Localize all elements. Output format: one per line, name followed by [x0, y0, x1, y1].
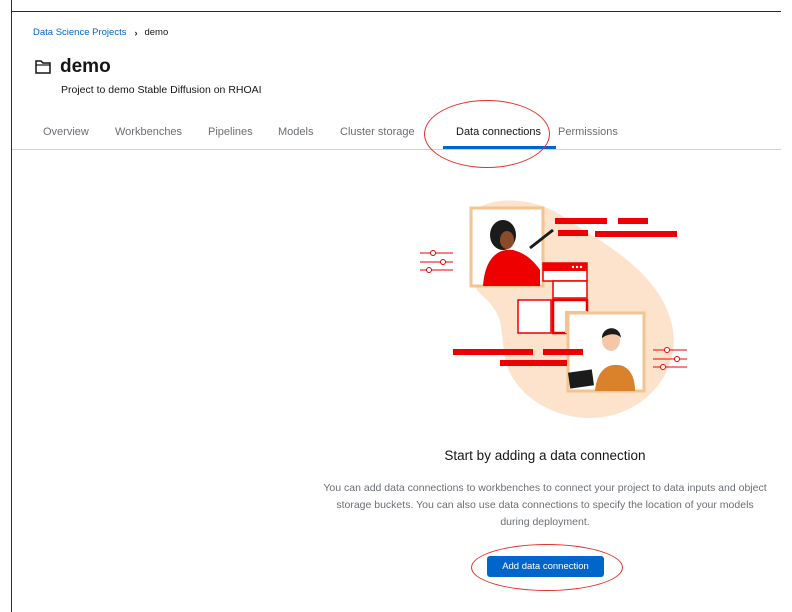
page-title: demo: [60, 56, 111, 77]
tab-data-connections[interactable]: Data connections: [456, 126, 541, 138]
breadcrumb-link-projects[interactable]: Data Science Projects: [33, 27, 126, 38]
empty-state-body: You can add data connections to workbenc…: [323, 482, 767, 528]
add-data-connection-button[interactable]: Add data connection: [487, 556, 604, 577]
empty-state-illustration: [420, 200, 687, 418]
tab-permissions[interactable]: Permissions: [558, 126, 618, 138]
breadcrumb: Data Science Projects › demo: [33, 27, 168, 38]
breadcrumb-current: demo: [144, 27, 169, 38]
project-folder-icon: [35, 60, 51, 74]
tab-cluster-storage[interactable]: Cluster storage: [340, 126, 415, 138]
project-tabs: Overview Workbenches Pipelines Models Cl…: [12, 117, 781, 150]
tab-pipelines[interactable]: Pipelines: [208, 126, 253, 138]
page-header: demo: [34, 56, 111, 78]
tab-workbenches[interactable]: Workbenches: [115, 126, 182, 138]
window-top-border: [11, 11, 781, 12]
tab-overview[interactable]: Overview: [43, 126, 89, 138]
window-left-border: [11, 0, 12, 612]
chevron-right-icon: ›: [134, 27, 138, 38]
project-description: Project to demo Stable Diffusion on RHOA…: [61, 84, 262, 96]
empty-state-title: Start by adding a data connection: [444, 448, 646, 463]
tab-models[interactable]: Models: [278, 126, 313, 138]
active-tab-indicator: [443, 146, 556, 149]
